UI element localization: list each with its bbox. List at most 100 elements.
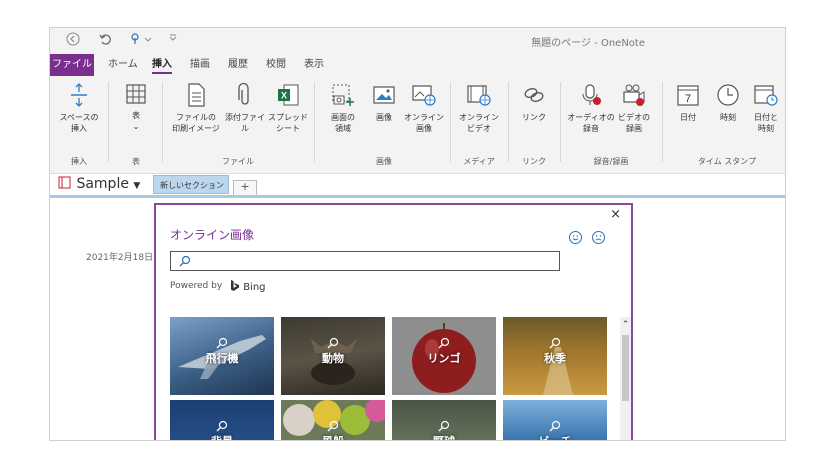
- window-title: 無題のページ - OneNote: [531, 38, 645, 49]
- ribbon-tabs: ファイル ホーム 挿入 描画 履歴 校閲 表示: [50, 54, 785, 76]
- ribbon-separator: [108, 82, 109, 162]
- notebook-icon: [58, 176, 71, 189]
- insert-space-label: スペースの 挿入: [59, 113, 99, 133]
- group-label-insert: 挿入: [71, 157, 87, 166]
- spreadsheet-button[interactable]: X スプレッド シート: [268, 82, 308, 134]
- back-icon[interactable]: [64, 32, 82, 50]
- scroll-thumb[interactable]: [622, 335, 629, 401]
- screen-clipping-label: 画面の 領域: [331, 113, 355, 133]
- record-video-label: ビデオの 録画: [618, 113, 650, 133]
- attach-file-button[interactable]: 添付ファイル: [222, 82, 268, 134]
- tile-label: 背景: [170, 433, 274, 440]
- table-button[interactable]: 表 ⌄: [116, 82, 156, 132]
- online-pictures-button[interactable]: オンライン 画像: [402, 82, 446, 134]
- page-date: 2021年2月18日: [86, 253, 154, 263]
- scrollbar[interactable]: ⌃: [620, 317, 631, 440]
- add-section-button[interactable]: +: [233, 180, 257, 196]
- picture-icon: [373, 86, 395, 104]
- notebook-name: Sample: [76, 176, 129, 192]
- table-label: 表: [132, 111, 140, 120]
- tab-insert[interactable]: 挿入: [152, 54, 172, 76]
- time-label: 時刻: [720, 113, 736, 122]
- search-icon: [179, 255, 191, 267]
- group-label-media: メディア: [463, 157, 495, 166]
- time-button[interactable]: 時刻: [710, 82, 746, 123]
- date-time-button[interactable]: 日付と 時刻: [748, 82, 784, 134]
- picture-label: 画像: [376, 113, 392, 122]
- tab-draw[interactable]: 描画: [190, 54, 210, 76]
- clock-icon: [717, 84, 739, 106]
- online-video-icon: [467, 85, 491, 106]
- category-tile[interactable]: 秋季: [503, 317, 607, 395]
- tab-file[interactable]: ファイル: [50, 54, 94, 76]
- smile-feedback-icon[interactable]: [569, 231, 582, 244]
- ribbon-separator: [314, 82, 315, 162]
- bing-logo: Bing: [230, 280, 266, 293]
- file-printout-button[interactable]: ファイルの 印刷イメージ: [168, 82, 224, 134]
- category-tile[interactable]: ビーチ: [503, 400, 607, 440]
- tile-label: 動物: [322, 352, 344, 365]
- tile-label: 飛行機: [205, 352, 239, 365]
- tab-view[interactable]: 表示: [304, 54, 324, 76]
- ribbon-separator: [162, 82, 163, 162]
- group-label-table: 表: [132, 157, 140, 166]
- screen-clipping-icon: [332, 84, 354, 106]
- notebook-selector[interactable]: Sample ▼: [58, 176, 140, 192]
- attach-file-label: 添付ファイル: [225, 113, 265, 133]
- category-tile[interactable]: リンゴ: [392, 317, 496, 395]
- ribbon-separator: [560, 82, 561, 162]
- online-pictures-dialog: × オンライン画像 Powered by Bing 飛行機 動物 リンゴ 秋季 …: [154, 203, 633, 440]
- ribbon-separator: [450, 82, 451, 162]
- chevron-down-icon: ▼: [133, 181, 141, 191]
- chevron-down-icon: ⌄: [132, 122, 140, 131]
- svg-text:X: X: [281, 91, 287, 101]
- undo-icon[interactable]: [96, 32, 114, 50]
- online-video-button[interactable]: オンライン ビデオ: [456, 82, 502, 134]
- ribbon-separator: [662, 82, 663, 162]
- category-tile[interactable]: 動物: [281, 317, 385, 395]
- date-time-label: 日付と 時刻: [754, 113, 778, 133]
- record-audio-button[interactable]: オーディオの 録音: [566, 82, 616, 134]
- link-label: リンク: [522, 113, 546, 122]
- tile-label: ビーチ: [503, 433, 607, 440]
- screen-clipping-button[interactable]: 画面の 領域: [322, 82, 364, 134]
- group-label-images: 画像: [376, 157, 392, 166]
- tab-home[interactable]: ホーム: [108, 54, 138, 76]
- file-printout-label: ファイルの 印刷イメージ: [172, 113, 220, 133]
- insert-space-icon: [71, 83, 87, 107]
- tab-review[interactable]: 校閲: [266, 54, 286, 76]
- picture-button[interactable]: 画像: [366, 82, 402, 123]
- ribbon-separator: [508, 82, 509, 162]
- calendar-clock-icon: [754, 85, 778, 106]
- date-button[interactable]: 7 日付: [670, 82, 706, 123]
- excel-icon: X: [278, 84, 299, 106]
- bing-icon: [231, 280, 239, 291]
- notebook-bar: Sample ▼ 新しいセクション 1 +: [50, 174, 785, 209]
- customize-qat-icon[interactable]: [164, 32, 182, 50]
- frown-feedback-icon[interactable]: [592, 231, 605, 244]
- record-video-button[interactable]: ビデオの 録画: [614, 82, 654, 134]
- group-label-recording: 録音/録画: [593, 157, 629, 166]
- file-printout-icon: [188, 83, 205, 107]
- date-label: 日付: [680, 113, 696, 122]
- insert-space-button[interactable]: スペースの 挿入: [56, 82, 102, 134]
- scroll-up-icon[interactable]: ⌃: [620, 319, 631, 331]
- category-tile[interactable]: 背景: [170, 400, 274, 440]
- category-tile[interactable]: 野球: [392, 400, 496, 440]
- tile-label: 風船: [281, 433, 385, 440]
- record-audio-label: オーディオの 録音: [567, 113, 615, 133]
- group-label-link: リンク: [522, 157, 546, 166]
- category-tile[interactable]: 風船: [281, 400, 385, 440]
- tile-label: 野球: [392, 433, 496, 440]
- calendar-day: 7: [685, 93, 691, 105]
- search-input[interactable]: [170, 251, 560, 271]
- group-label-file: ファイル: [222, 157, 254, 166]
- ribbon: スペースの 挿入 挿入 表 ⌄ 表 ファイルの 印刷イメージ 添付ファイル X …: [50, 76, 785, 174]
- dialog-title: オンライン画像: [170, 228, 255, 242]
- tab-history[interactable]: 履歴: [228, 54, 248, 76]
- section-tab[interactable]: 新しいセクション 1: [153, 175, 229, 209]
- close-button[interactable]: ×: [610, 207, 621, 222]
- touch-mode-icon[interactable]: [128, 32, 154, 50]
- category-tile[interactable]: 飛行機: [170, 317, 274, 395]
- link-button[interactable]: リンク: [514, 82, 554, 123]
